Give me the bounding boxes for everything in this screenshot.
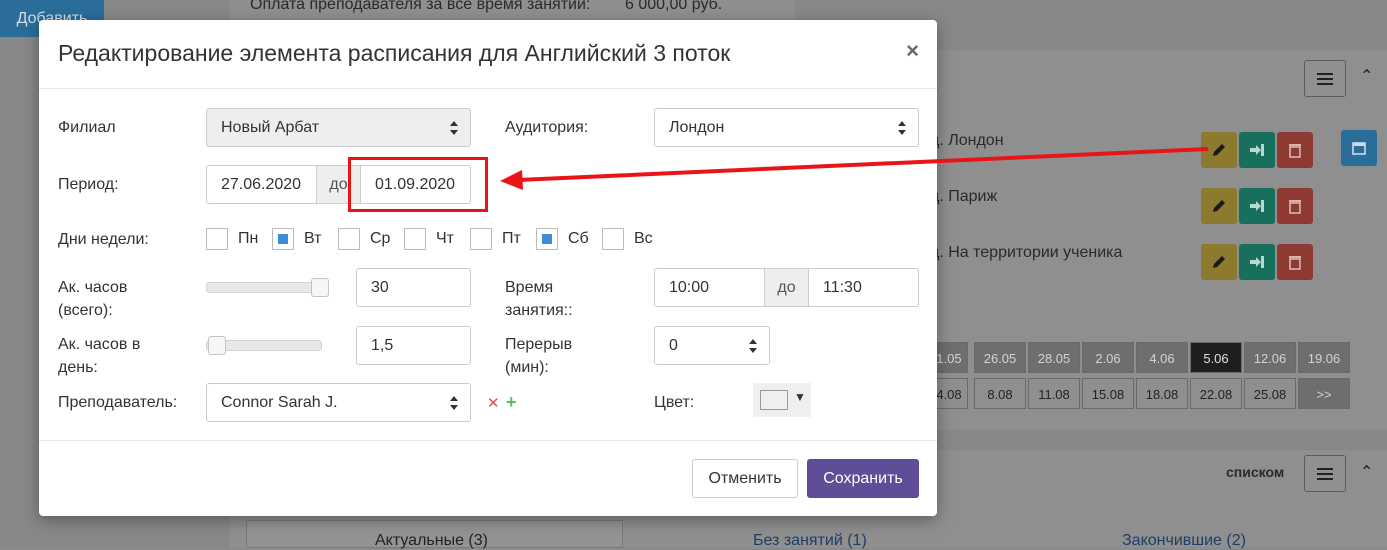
annotation-arrow <box>500 147 1209 190</box>
